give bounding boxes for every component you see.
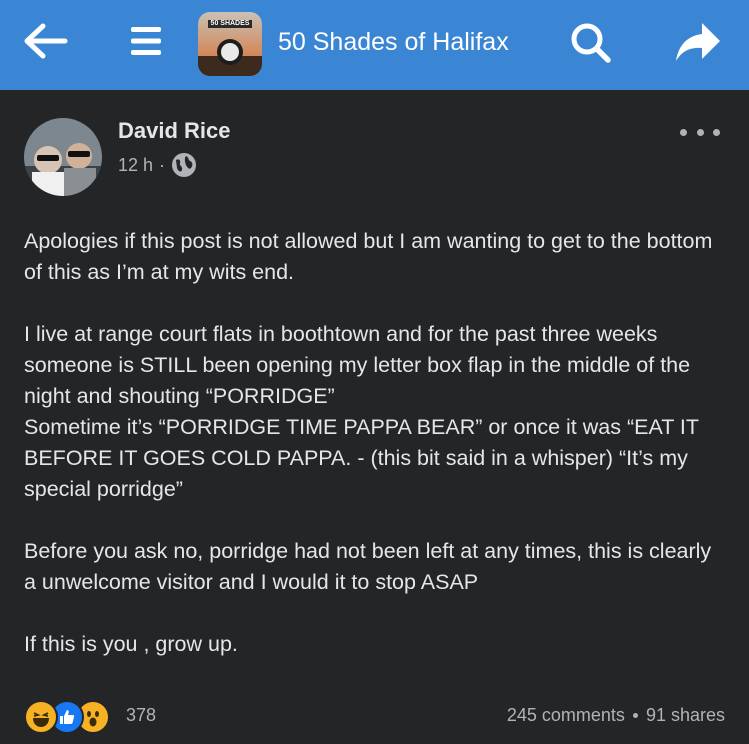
reactions-summary[interactable] <box>24 700 110 734</box>
more-dot-icon <box>696 128 704 136</box>
more-dot-icon <box>680 128 687 136</box>
share-button[interactable] <box>672 18 724 66</box>
back-arrow-icon <box>24 23 68 59</box>
haha-icon <box>24 700 58 734</box>
share-arrow-icon <box>676 23 720 61</box>
hamburger-menu-icon <box>131 27 161 55</box>
stats-separator <box>632 713 638 718</box>
app-header: 50 SHADES 50 Shades of Halifax <box>0 0 749 90</box>
back-button[interactable] <box>18 18 72 64</box>
post-paragraph: Sometime it’s “PORRIDGE TIME PAPPA BEAR”… <box>24 415 699 501</box>
menu-button[interactable] <box>126 20 166 62</box>
search-icon <box>571 23 611 63</box>
post-paragraph: I live at range court flats in boothtown… <box>24 322 691 408</box>
more-options-button[interactable] <box>680 122 720 142</box>
post-paragraph: Apologies if this post is not allowed bu… <box>24 229 713 284</box>
comments-count[interactable]: 245 comments <box>507 705 625 726</box>
avatar[interactable] <box>24 118 102 196</box>
group-thumbnail-text: 50 SHADES <box>210 20 250 27</box>
shares-count[interactable]: 91 shares <box>646 705 725 726</box>
post-time[interactable]: 12 h <box>118 155 153 176</box>
post-paragraph: If this is you , grow up. <box>24 632 238 656</box>
group-thumbnail[interactable]: 50 SHADES <box>198 12 262 76</box>
post-footer: 378 245 comments 91 shares <box>0 692 749 742</box>
globe-icon <box>171 152 197 178</box>
post-stats: 245 comments 91 shares <box>507 705 725 726</box>
avatar-photo <box>24 118 102 196</box>
post-body: Apologies if this post is not allowed bu… <box>24 226 729 660</box>
search-button[interactable] <box>566 18 614 66</box>
meta-separator: · <box>159 154 166 175</box>
post-meta: 12 h · <box>118 152 197 178</box>
more-dot-icon <box>713 128 720 136</box>
post-author[interactable]: David Rice <box>118 118 231 144</box>
post-paragraph: Before you ask no, porridge had not been… <box>24 539 712 594</box>
group-name[interactable]: 50 Shades of Halifax <box>278 22 509 62</box>
reaction-count[interactable]: 378 <box>126 705 156 726</box>
